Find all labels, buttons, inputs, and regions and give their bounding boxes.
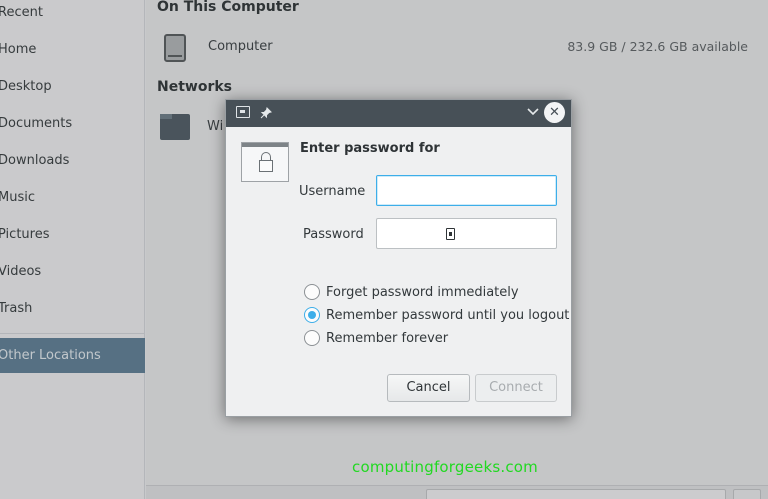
cancel-button[interactable]: Cancel	[387, 374, 470, 402]
username-label: Username	[299, 184, 366, 199]
radio-remember-forever[interactable]	[304, 330, 320, 346]
password-label: Password	[303, 227, 364, 242]
chevron-down-icon[interactable]	[526, 103, 540, 121]
dialog-titlebar[interactable]: ✕	[226, 100, 571, 127]
close-button[interactable]: ✕	[544, 102, 565, 123]
option-label: Remember forever	[326, 330, 449, 346]
option-forget-immediately[interactable]: Forget password immediately	[304, 283, 519, 301]
radio-forget-immediately[interactable]	[304, 284, 320, 300]
dialog-heading: Enter password for	[300, 141, 440, 156]
radio-remember-until-logout[interactable]	[304, 307, 320, 323]
option-label: Remember password until you logout	[326, 307, 570, 323]
lock-icon	[241, 142, 289, 182]
watermark-text: computingforgeeks.com	[352, 458, 538, 476]
username-field[interactable]	[376, 175, 557, 206]
username-input[interactable]	[377, 176, 556, 205]
option-label: Forget password immediately	[326, 284, 519, 300]
caps-lock-icon	[446, 228, 455, 240]
pin-icon[interactable]	[260, 104, 272, 125]
app-icon	[236, 106, 250, 118]
option-remember-forever[interactable]: Remember forever	[304, 329, 448, 347]
option-remember-until-logout[interactable]: Remember password until you logout	[304, 306, 569, 324]
password-dialog: ✕ Enter password for Username Password F…	[225, 99, 572, 417]
connect-button[interactable]: Connect	[475, 374, 557, 402]
password-field[interactable]	[376, 218, 557, 249]
